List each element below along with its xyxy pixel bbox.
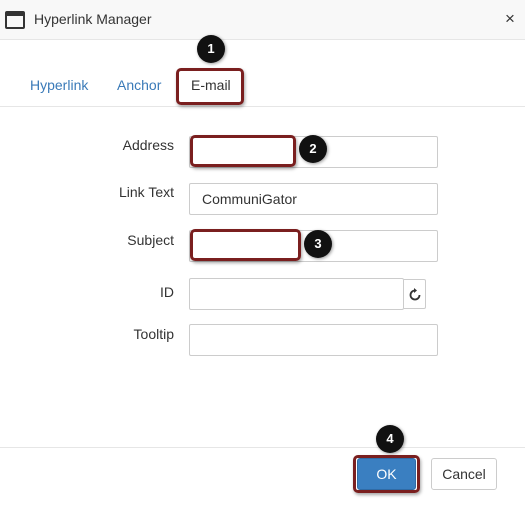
callout-badge-3: 3 bbox=[304, 230, 332, 258]
close-icon[interactable]: × bbox=[503, 9, 517, 29]
callout-badge-4: 4 bbox=[376, 425, 404, 453]
cancel-button[interactable]: Cancel bbox=[431, 458, 497, 490]
window-icon bbox=[5, 11, 25, 29]
ok-button[interactable]: OK bbox=[357, 458, 416, 490]
link-text-label: Link Text bbox=[119, 184, 174, 200]
id-field[interactable] bbox=[189, 278, 404, 310]
tab-hyperlink[interactable]: Hyperlink bbox=[30, 77, 88, 93]
refresh-id-button[interactable] bbox=[404, 279, 426, 309]
tab-bar: Hyperlink Anchor E-mail bbox=[0, 40, 525, 107]
callout-highlight-email-tab bbox=[176, 68, 244, 105]
subject-label: Subject bbox=[127, 232, 174, 248]
callout-badge-2: 2 bbox=[299, 135, 327, 163]
link-text-field[interactable] bbox=[189, 183, 438, 215]
callout-badge-1: 1 bbox=[197, 35, 225, 63]
tooltip-label: Tooltip bbox=[133, 326, 174, 342]
tab-anchor[interactable]: Anchor bbox=[117, 77, 161, 93]
callout-highlight-subject bbox=[190, 229, 301, 261]
id-label: ID bbox=[160, 284, 174, 300]
address-label: Address bbox=[122, 137, 174, 153]
refresh-icon bbox=[409, 288, 421, 301]
dialog-titlebar: Hyperlink Manager × bbox=[0, 0, 525, 40]
dialog-title: Hyperlink Manager bbox=[34, 11, 152, 27]
tooltip-field[interactable] bbox=[189, 324, 438, 356]
callout-highlight-address bbox=[190, 135, 296, 167]
